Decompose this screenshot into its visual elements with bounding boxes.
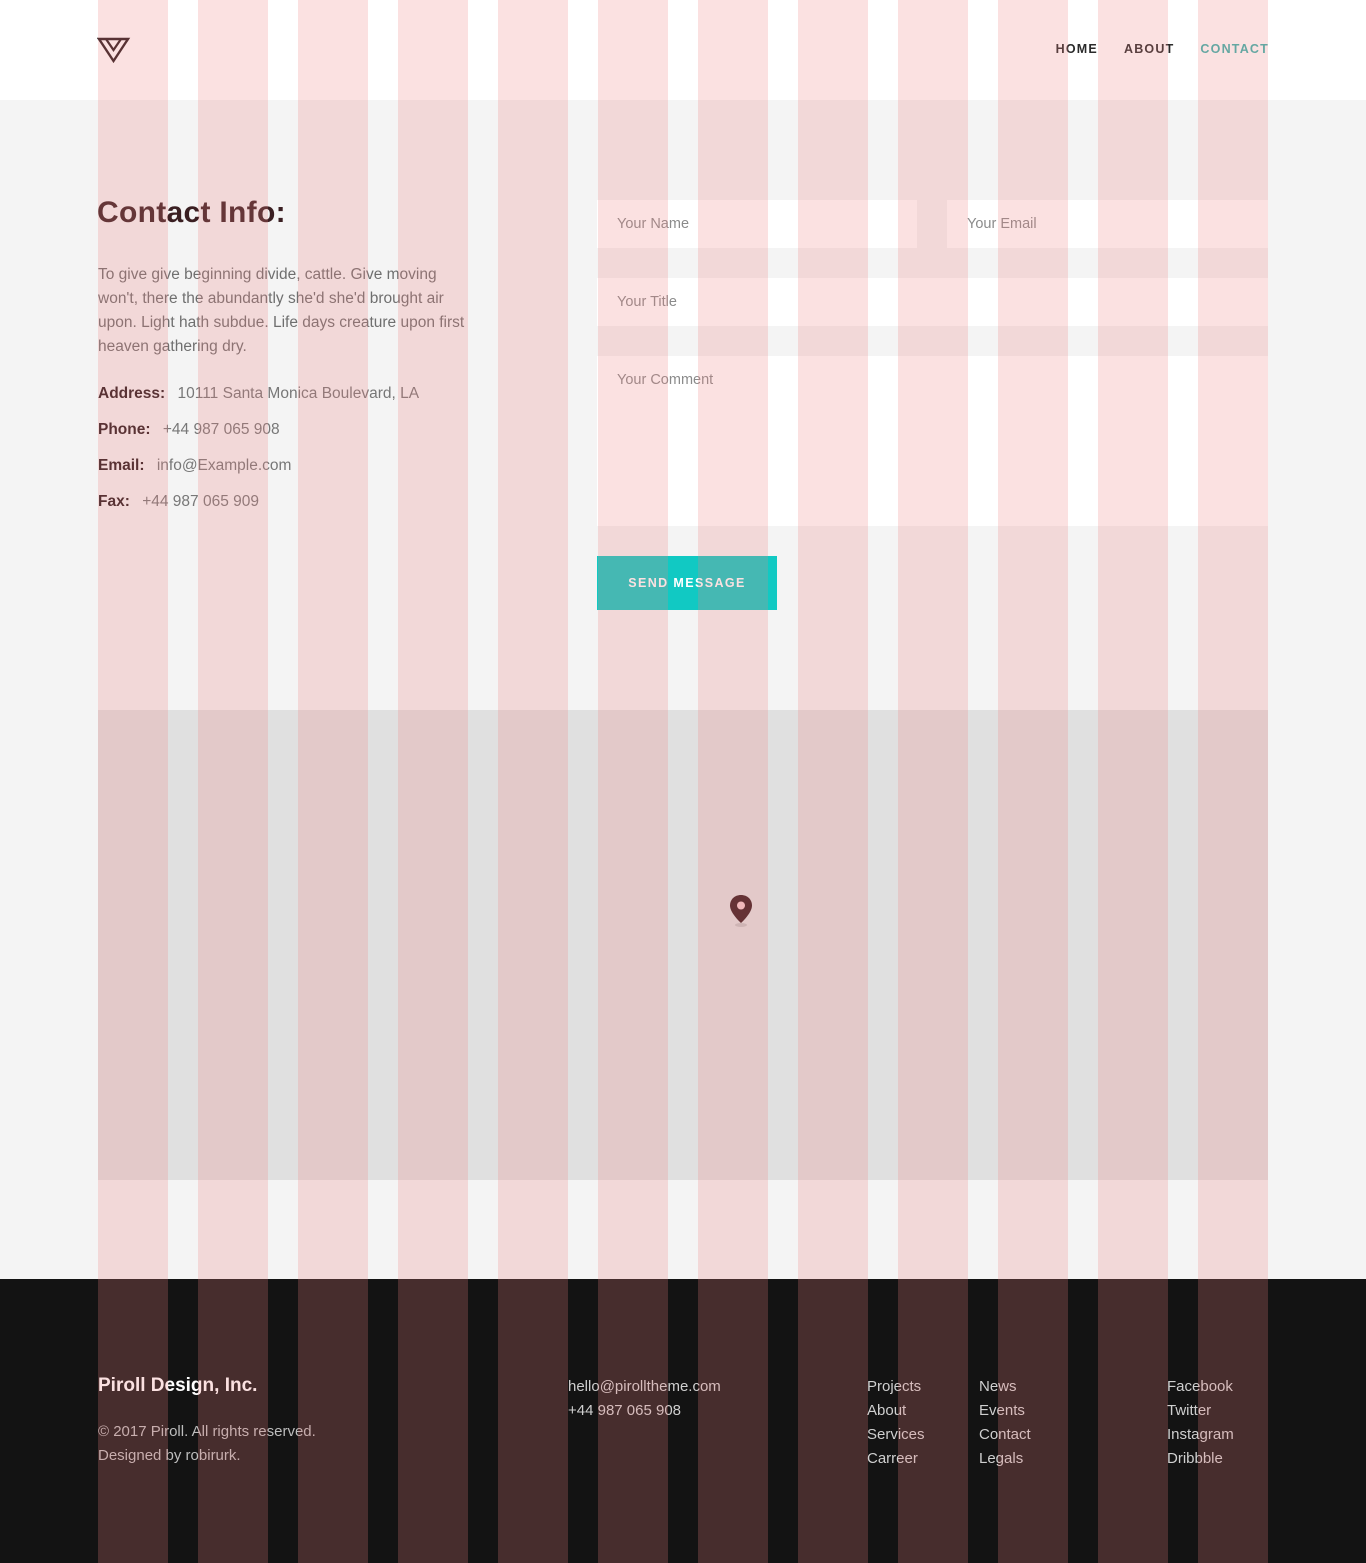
- nav-contact[interactable]: CONTACT: [1200, 42, 1269, 56]
- nav-about[interactable]: ABOUT: [1124, 42, 1174, 56]
- designed-by-text: Designed by robirurk.: [98, 1447, 241, 1464]
- footer-contact: hello@pirolltheme.com +44 987 065 908: [568, 1375, 721, 1423]
- footer-link-events[interactable]: Events: [979, 1399, 1031, 1423]
- contact-info-title: Contact Info:: [97, 196, 286, 229]
- footer-links-col-2: News Events Contact Legals: [979, 1375, 1031, 1471]
- phone-label: Phone:: [98, 421, 151, 438]
- footer-link-news[interactable]: News: [979, 1375, 1031, 1399]
- address-value: 10111 Santa Monica Boulevard, LA: [177, 385, 420, 402]
- footer-link-twitter[interactable]: Twitter: [1167, 1399, 1234, 1423]
- footer-link-projects[interactable]: Projects: [867, 1375, 925, 1399]
- footer-social-col: Facebook Twitter Instagram Dribbble: [1167, 1375, 1234, 1471]
- site-header: HOME ABOUT CONTACT: [0, 0, 1366, 100]
- footer-link-carreer[interactable]: Carreer: [867, 1447, 925, 1471]
- email-row: Email: info@Example.com: [98, 457, 291, 475]
- phone-value: +44 987 065 908: [162, 421, 280, 438]
- footer-phone: +44 987 065 908: [568, 1402, 682, 1419]
- footer-link-instagram[interactable]: Instagram: [1167, 1423, 1234, 1447]
- phone-row: Phone: +44 987 065 908: [98, 421, 280, 439]
- footer-company-name: Piroll Design, Inc.: [98, 1375, 258, 1396]
- footer-link-contact[interactable]: Contact: [979, 1423, 1031, 1447]
- comment-textarea[interactable]: [597, 356, 1268, 526]
- send-message-button[interactable]: SEND MESSAGE: [597, 556, 777, 610]
- email-input[interactable]: [947, 200, 1268, 248]
- nav-home[interactable]: HOME: [1056, 42, 1098, 56]
- fax-value: +44 987 065 909: [142, 493, 259, 510]
- footer-link-facebook[interactable]: Facebook: [1167, 1375, 1234, 1399]
- email-label: Email:: [98, 457, 145, 474]
- footer-link-services[interactable]: Services: [867, 1423, 925, 1447]
- footer-link-legals[interactable]: Legals: [979, 1447, 1031, 1471]
- footer-copyright: © 2017 Piroll. All rights reserved. Desi…: [98, 1420, 316, 1468]
- copyright-text: © 2017 Piroll. All rights reserved.: [98, 1423, 316, 1440]
- contact-description: To give give beginning divide, cattle. G…: [98, 266, 465, 355]
- fax-label: Fax:: [98, 493, 130, 510]
- title-input[interactable]: [597, 278, 1268, 326]
- map-pin-icon[interactable]: [729, 894, 753, 928]
- map[interactable]: [98, 710, 1268, 1180]
- main-nav: HOME ABOUT CONTACT: [1056, 42, 1269, 56]
- footer-link-dribbble[interactable]: Dribbble: [1167, 1447, 1234, 1471]
- address-row: Address: 10111 Santa Monica Boulevard, L…: [98, 385, 419, 403]
- site-footer: Piroll Design, Inc. © 2017 Piroll. All r…: [0, 1279, 1366, 1563]
- footer-link-about[interactable]: About: [867, 1399, 925, 1423]
- name-input[interactable]: [597, 200, 917, 248]
- email-value: info@Example.com: [156, 457, 292, 474]
- address-label: Address:: [98, 385, 166, 402]
- footer-email-link[interactable]: hello@pirolltheme.com: [568, 1375, 721, 1399]
- footer-links-col-1: Projects About Services Carreer: [867, 1375, 925, 1471]
- triangle-logo-icon[interactable]: [97, 36, 131, 64]
- fax-row: Fax: +44 987 065 909: [98, 493, 259, 511]
